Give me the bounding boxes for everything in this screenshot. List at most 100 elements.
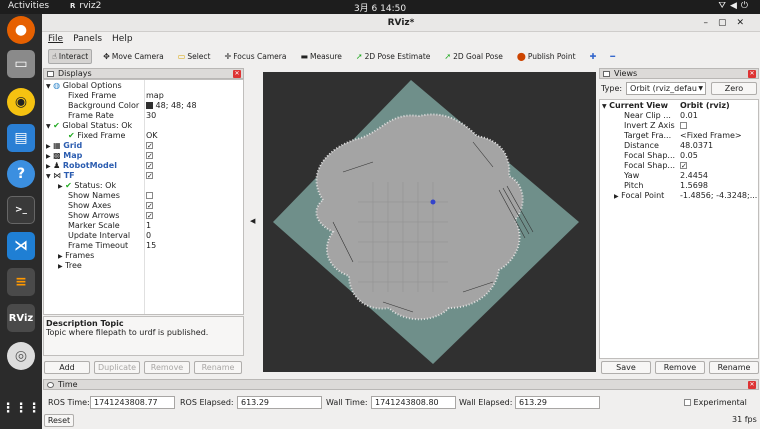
view-type-select[interactable]: Orbit (rviz_defau ▼ bbox=[626, 82, 706, 95]
expand-arrow-icon[interactable]: ▶ bbox=[58, 253, 63, 260]
move-camera-tool[interactable]: ✥ Move Camera bbox=[100, 49, 167, 64]
near-clip-value[interactable]: 0.01 bbox=[680, 111, 698, 121]
focus-camera-tool[interactable]: ✛ Focus Camera bbox=[221, 49, 289, 64]
save-view-button[interactable]: Save bbox=[601, 361, 651, 374]
ros-time-field[interactable]: 1741243808.77 bbox=[90, 396, 175, 409]
checkbox-checked[interactable]: ✓ bbox=[146, 152, 153, 160]
duplicate-display-button[interactable]: Duplicate bbox=[94, 361, 140, 374]
expand-arrow-icon[interactable]: ▶ bbox=[46, 163, 51, 170]
global-status-row[interactable]: ▼ ✔ Global Status: Ok bbox=[46, 121, 132, 131]
show-arrows-checkbox[interactable]: ✓ bbox=[146, 211, 153, 221]
rviz-icon[interactable]: RViz bbox=[7, 304, 35, 332]
marker-scale-value[interactable]: 1 bbox=[146, 221, 151, 231]
tf-display-row[interactable]: ▼ ⋈ TF bbox=[46, 171, 75, 181]
views-close-icon[interactable]: ✕ bbox=[748, 70, 756, 78]
checkbox-checked[interactable]: ✓ bbox=[146, 212, 153, 220]
displays-close-icon[interactable]: ✕ bbox=[233, 70, 241, 78]
expand-arrow-icon[interactable]: ▼ bbox=[602, 103, 607, 110]
terminal-icon[interactable]: >_ bbox=[7, 196, 35, 224]
tree-row[interactable]: ▶ Tree bbox=[58, 261, 82, 271]
pose-estimate-tool[interactable]: ➚ 2D Pose Estimate bbox=[353, 49, 434, 64]
background-color-value[interactable]: 48; 48; 48 bbox=[146, 101, 197, 111]
focal-point-row[interactable]: ▶ Focal Point bbox=[614, 191, 664, 201]
expand-arrow-icon[interactable]: ▶ bbox=[614, 193, 619, 200]
wall-elapsed-field[interactable]: 613.29 bbox=[515, 396, 600, 409]
grid-display-row[interactable]: ▶ ▦ Grid bbox=[46, 141, 82, 151]
checkbox-checked[interactable]: ✓ bbox=[146, 142, 153, 150]
global-options-row[interactable]: ▼ ◍ Global Options bbox=[46, 81, 122, 91]
grid-enabled-checkbox[interactable]: ✓ bbox=[146, 141, 153, 151]
remove-display-button[interactable]: Remove bbox=[144, 361, 190, 374]
checkbox-checked[interactable]: ✓ bbox=[680, 162, 687, 170]
goal-pose-tool[interactable]: ➚ 2D Goal Pose bbox=[441, 49, 505, 64]
fixed-frame-value[interactable]: map bbox=[146, 91, 164, 101]
sublime-icon[interactable]: ≡ bbox=[7, 268, 35, 296]
map-display-row[interactable]: ▶ ▩ Map bbox=[46, 151, 82, 161]
reset-button[interactable]: Reset bbox=[44, 414, 74, 427]
help-icon[interactable]: ? bbox=[7, 160, 35, 188]
current-view-row[interactable]: ▼ Current View bbox=[602, 101, 668, 111]
checkbox-unchecked[interactable] bbox=[146, 192, 153, 199]
experimental-option[interactable]: Experimental bbox=[684, 396, 747, 409]
rhythmbox-icon[interactable]: ◉ bbox=[7, 88, 35, 116]
clock[interactable]: 3月 6 14:50 bbox=[0, 1, 760, 14]
render-viewport[interactable] bbox=[263, 72, 596, 372]
vscode-icon[interactable]: ⋊ bbox=[7, 232, 35, 260]
dvd-icon[interactable]: ◎ bbox=[7, 342, 35, 370]
checkbox-unchecked[interactable] bbox=[680, 122, 687, 129]
interact-tool[interactable]: ☝ Interact bbox=[48, 48, 93, 64]
yaw-value[interactable]: 2.4454 bbox=[680, 171, 708, 181]
publish-point-tool[interactable]: ⬤ Publish Point bbox=[514, 49, 579, 64]
system-tray[interactable]: ⛛◀⏻ bbox=[718, 1, 752, 11]
frame-timeout-value[interactable]: 15 bbox=[146, 241, 156, 251]
measure-tool[interactable]: ▬ Measure bbox=[297, 49, 344, 64]
robot-model-row[interactable]: ▶ ♟ RobotModel bbox=[46, 161, 117, 171]
time-close-icon[interactable]: ✕ bbox=[748, 381, 756, 389]
show-axes-checkbox[interactable]: ✓ bbox=[146, 201, 153, 211]
show-names-checkbox[interactable] bbox=[146, 191, 153, 201]
maximize-icon[interactable]: ▢ bbox=[718, 18, 737, 28]
update-interval-value[interactable]: 0 bbox=[146, 231, 151, 241]
tf-enabled-checkbox[interactable]: ✓ bbox=[146, 171, 153, 181]
pitch-value[interactable]: 1.5698 bbox=[680, 181, 708, 191]
expand-arrow-icon[interactable]: ▶ bbox=[58, 183, 63, 190]
show-apps-icon[interactable]: ⋮⋮⋮ bbox=[2, 394, 41, 422]
remove-view-button[interactable]: Remove bbox=[655, 361, 705, 374]
expand-arrow-icon[interactable]: ▶ bbox=[46, 143, 51, 150]
frame-rate-value[interactable]: 30 bbox=[146, 111, 156, 121]
menu-help[interactable]: Help bbox=[112, 32, 133, 46]
expand-arrow-icon[interactable]: ▼ bbox=[46, 83, 51, 90]
files-icon[interactable]: ▭ bbox=[7, 50, 35, 78]
close-icon[interactable]: ✕ bbox=[736, 18, 754, 28]
remove-tool-button[interactable]: ━ bbox=[607, 49, 618, 64]
target-frame-value[interactable]: <Fixed Frame> bbox=[680, 131, 742, 141]
robot-model-checkbox[interactable]: ✓ bbox=[146, 161, 153, 171]
writer-icon[interactable]: ▤ bbox=[7, 124, 35, 152]
menu-panels[interactable]: Panels bbox=[73, 32, 102, 46]
expand-arrow-icon[interactable]: ▼ bbox=[46, 173, 51, 180]
select-tool[interactable]: ▭ Select bbox=[175, 49, 214, 64]
wall-time-field[interactable]: 1741243808.80 bbox=[371, 396, 456, 409]
expand-arrow-icon[interactable]: ▼ bbox=[46, 123, 51, 130]
ros-elapsed-field[interactable]: 613.29 bbox=[237, 396, 322, 409]
add-display-button[interactable]: Add bbox=[44, 361, 90, 374]
focal-point-value[interactable]: -1.4856; -4.3248;... bbox=[680, 191, 757, 201]
frames-row[interactable]: ▶ Frames bbox=[58, 251, 94, 261]
checkbox-checked[interactable]: ✓ bbox=[146, 162, 153, 170]
firefox-icon[interactable]: ● bbox=[7, 16, 35, 44]
checkbox-unchecked[interactable] bbox=[684, 399, 691, 406]
map-enabled-checkbox[interactable]: ✓ bbox=[146, 151, 153, 161]
zero-view-button[interactable]: Zero bbox=[711, 82, 757, 95]
rename-view-button[interactable]: Rename bbox=[709, 361, 759, 374]
focal-shape-fixed-checkbox[interactable]: ✓ bbox=[680, 161, 687, 171]
checkbox-checked[interactable]: ✓ bbox=[146, 202, 153, 210]
focal-shape-size-value[interactable]: 0.05 bbox=[680, 151, 698, 161]
tf-status-row[interactable]: ▶ ✔ Status: Ok bbox=[58, 181, 116, 191]
menu-file[interactable]: File bbox=[48, 32, 63, 46]
expand-arrow-icon[interactable]: ▶ bbox=[58, 263, 63, 270]
rename-display-button[interactable]: Rename bbox=[194, 361, 242, 374]
checkbox-checked[interactable]: ✓ bbox=[146, 172, 153, 180]
add-tool-button[interactable]: ✚ bbox=[587, 49, 600, 64]
expand-arrow-icon[interactable]: ▶ bbox=[46, 153, 51, 160]
minimize-icon[interactable]: – bbox=[703, 18, 718, 28]
